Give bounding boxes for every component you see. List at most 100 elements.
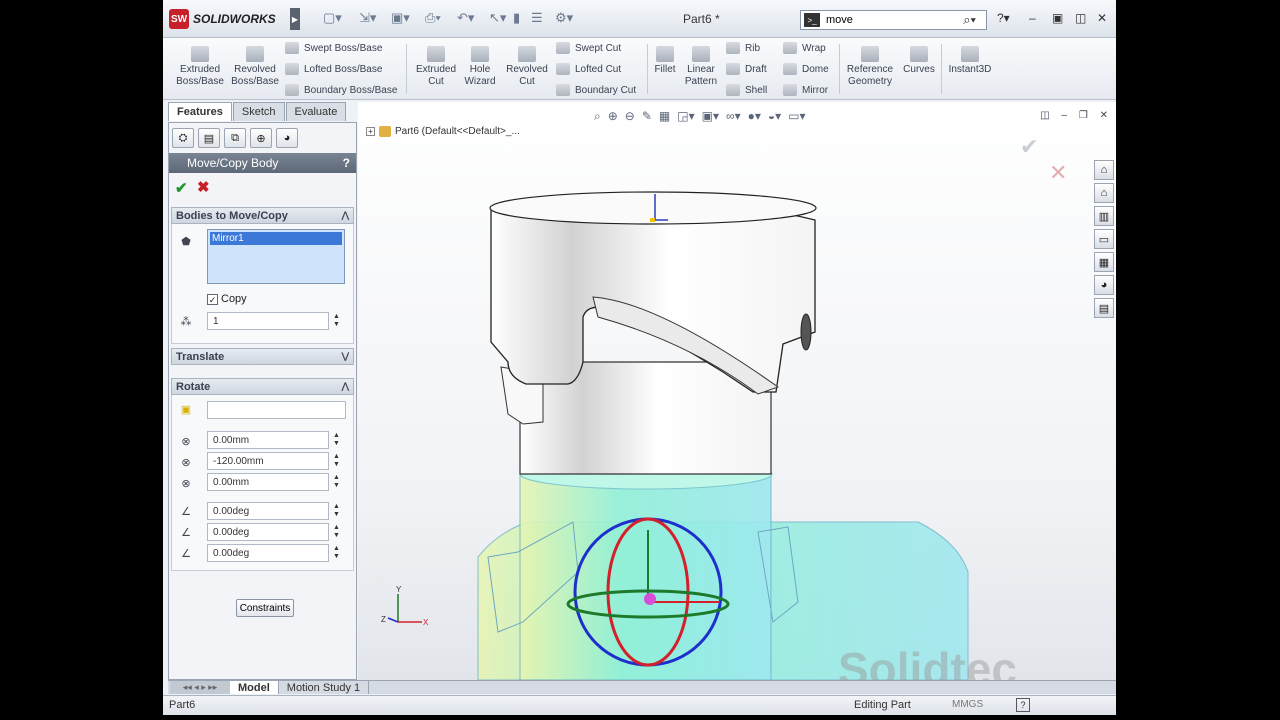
constraints-button[interactable]: Constraints [236,599,294,617]
watermark-logo: Solidtec [838,643,1017,680]
print-icon[interactable]: ⎙▾ [425,10,441,26]
copies-spin-arrows[interactable]: ▲ ▼ [333,313,340,329]
property-manager-tab-icon[interactable]: ▤ [198,128,220,148]
bodies-group-header[interactable]: Bodies to Move/Copy ⋀ [171,207,354,224]
save-icon[interactable]: ▣▾ [391,10,410,26]
status-help-icon[interactable]: ? [1016,698,1030,712]
viewport-close-icon[interactable]: ✕ [1100,110,1108,121]
search-input[interactable] [826,14,966,26]
dome-button[interactable]: Dome [783,63,829,75]
mirror-button[interactable]: Mirror [783,84,828,96]
revolved-cut-button[interactable]: Revolved Cut [503,46,551,88]
help-icon[interactable]: ?▾ [997,11,1010,25]
x-angle-field[interactable]: 0.00deg [207,502,329,520]
x-spin-arrows[interactable]: ▲ ▼ [333,432,340,448]
rebuild-icon[interactable]: ▮ [513,10,520,26]
wrap-button[interactable]: Wrap [783,42,826,54]
maximize-button[interactable]: ▣ [1052,11,1063,25]
extruded-boss-button[interactable]: Extruded Boss/Base [175,46,225,88]
draft-button[interactable]: Draft [726,63,767,75]
view-triad-y-label: Y [396,585,402,594]
minimize-button[interactable]: – [1029,11,1036,25]
rib-button[interactable]: Rib [726,42,760,54]
linear-pattern-button[interactable]: Linear Pattern [681,46,721,88]
reference-geometry-button[interactable]: Reference Geometry [843,46,897,88]
copy-checkbox-row[interactable]: ✓ Copy [207,293,247,305]
graphics-area[interactable]: + Part6 (Default<<Default>_... ⌕ ⊕ ⊖ ✎ ▦… [358,102,1116,680]
lofted-boss-button[interactable]: Lofted Boss/Base [285,63,382,75]
z-spin-arrows[interactable]: ▲ ▼ [333,474,340,490]
cancel-x-icon[interactable]: ✖ [197,178,210,196]
tab-scroll-arrows[interactable]: ◂◂ ◂ ▸ ▸▸ [170,681,230,694]
collapse-icon[interactable]: ⋀ [342,210,349,221]
solidworks-logo[interactable]: SW SOLIDWORKS ▶ [169,8,300,30]
search-icon[interactable]: ⌕▾ [963,12,976,28]
tab-model[interactable]: Model [230,681,279,694]
x-angle-spin-arrows[interactable]: ▲ ▼ [333,503,340,519]
extruded-cut-button[interactable]: Extruded Cut [411,46,461,88]
y-angle-field[interactable]: 0.00deg [207,523,329,541]
x-coordinate-field[interactable]: 0.00mm [207,431,329,449]
copies-field[interactable]: 1 [207,312,329,330]
tab-sketch[interactable]: Sketch [232,102,285,121]
menu-arrow-icon[interactable]: ▶ [290,8,300,30]
display-manager-tab-icon[interactable]: ◕ [276,128,298,148]
extrude-icon [191,46,209,62]
task-pane-tabs: ⌂ ⌂ ▥ ▭ ▦ ◕ ▤ [1094,160,1116,321]
solidworks-resources-icon[interactable]: ⌂ [1094,160,1114,180]
x-coordinate-icon: ⊗ [181,435,191,448]
file-properties-icon[interactable]: ☰ [531,10,543,26]
view-palette-icon[interactable]: ▦ [1094,252,1114,272]
help-icon[interactable]: ? [343,156,350,170]
tab-features[interactable]: Features [168,102,232,121]
lofted-cut-button[interactable]: Lofted Cut [556,63,621,75]
curves-button[interactable]: Curves [901,46,937,76]
units-indicator[interactable]: MMGS [952,699,983,710]
y-angle-spin-arrows[interactable]: ▲ ▼ [333,524,340,540]
tab-motion-study[interactable]: Motion Study 1 [279,681,370,694]
collapse-icon[interactable]: ⋀ [342,381,349,392]
copy-label: Copy [221,293,247,305]
translate-group-header[interactable]: Translate ⋁ [171,348,354,365]
z-angle-spin-arrows[interactable]: ▲ ▼ [333,545,340,561]
selected-body-item[interactable]: Mirror1 [210,232,342,245]
expand-icon[interactable]: ⋁ [342,351,349,362]
boundary-cut-button[interactable]: Boundary Cut [556,84,636,96]
status-part-name: Part6 [169,699,196,711]
hole-wizard-button[interactable]: Hole Wizard [459,46,501,88]
ribbon-divider [941,44,942,94]
appearances-icon[interactable]: ◕ [1094,275,1114,295]
home-icon[interactable]: ⌂ [1094,183,1114,203]
select-arrow-icon[interactable]: ↖▾ [489,10,506,26]
y-coordinate-field[interactable]: -120.00mm [207,452,329,470]
bodies-selection-box[interactable]: Mirror1 [207,229,345,284]
file-explorer-icon[interactable]: ▭ [1094,229,1114,249]
tab-evaluate[interactable]: Evaluate [285,102,347,121]
fillet-button[interactable]: Fillet [651,46,679,76]
shell-button[interactable]: Shell [726,84,767,96]
options-icon[interactable]: ⚙▾ [555,10,573,26]
ok-check-icon[interactable]: ✔ [175,179,188,197]
feature-tree-tab-icon[interactable]: ⛭ [172,128,194,148]
new-document-icon[interactable]: ▢▾ [323,10,342,26]
open-icon[interactable]: ⇲▾ [359,10,376,26]
swept-boss-button[interactable]: Swept Boss/Base [285,42,382,54]
swept-cut-button[interactable]: Swept Cut [556,42,621,54]
z-angle-field[interactable]: 0.00deg [207,544,329,562]
design-library-icon[interactable]: ▥ [1094,206,1114,226]
y-spin-arrows[interactable]: ▲ ▼ [333,453,340,469]
custom-properties-icon[interactable]: ▤ [1094,298,1114,318]
instant3d-button[interactable]: Instant3D [945,46,995,76]
revolved-boss-button[interactable]: Revolved Boss/Base [230,46,280,88]
close-button[interactable]: ✕ [1097,11,1107,25]
undo-icon[interactable]: ↶▾ [457,10,474,26]
rotation-reference-field[interactable] [207,401,346,419]
copy-checkbox[interactable]: ✓ [207,293,218,305]
boundary-boss-button[interactable]: Boundary Boss/Base [285,84,397,96]
restore-button[interactable]: ◫ [1075,11,1086,25]
dimxpert-tab-icon[interactable]: ⊕ [250,128,272,148]
rotate-group-header[interactable]: Rotate ⋀ [171,378,354,395]
search-commands[interactable]: >_ ⌕▾ [800,10,987,30]
z-coordinate-field[interactable]: 0.00mm [207,473,329,491]
configuration-manager-tab-icon[interactable]: ⧉ [224,128,246,148]
